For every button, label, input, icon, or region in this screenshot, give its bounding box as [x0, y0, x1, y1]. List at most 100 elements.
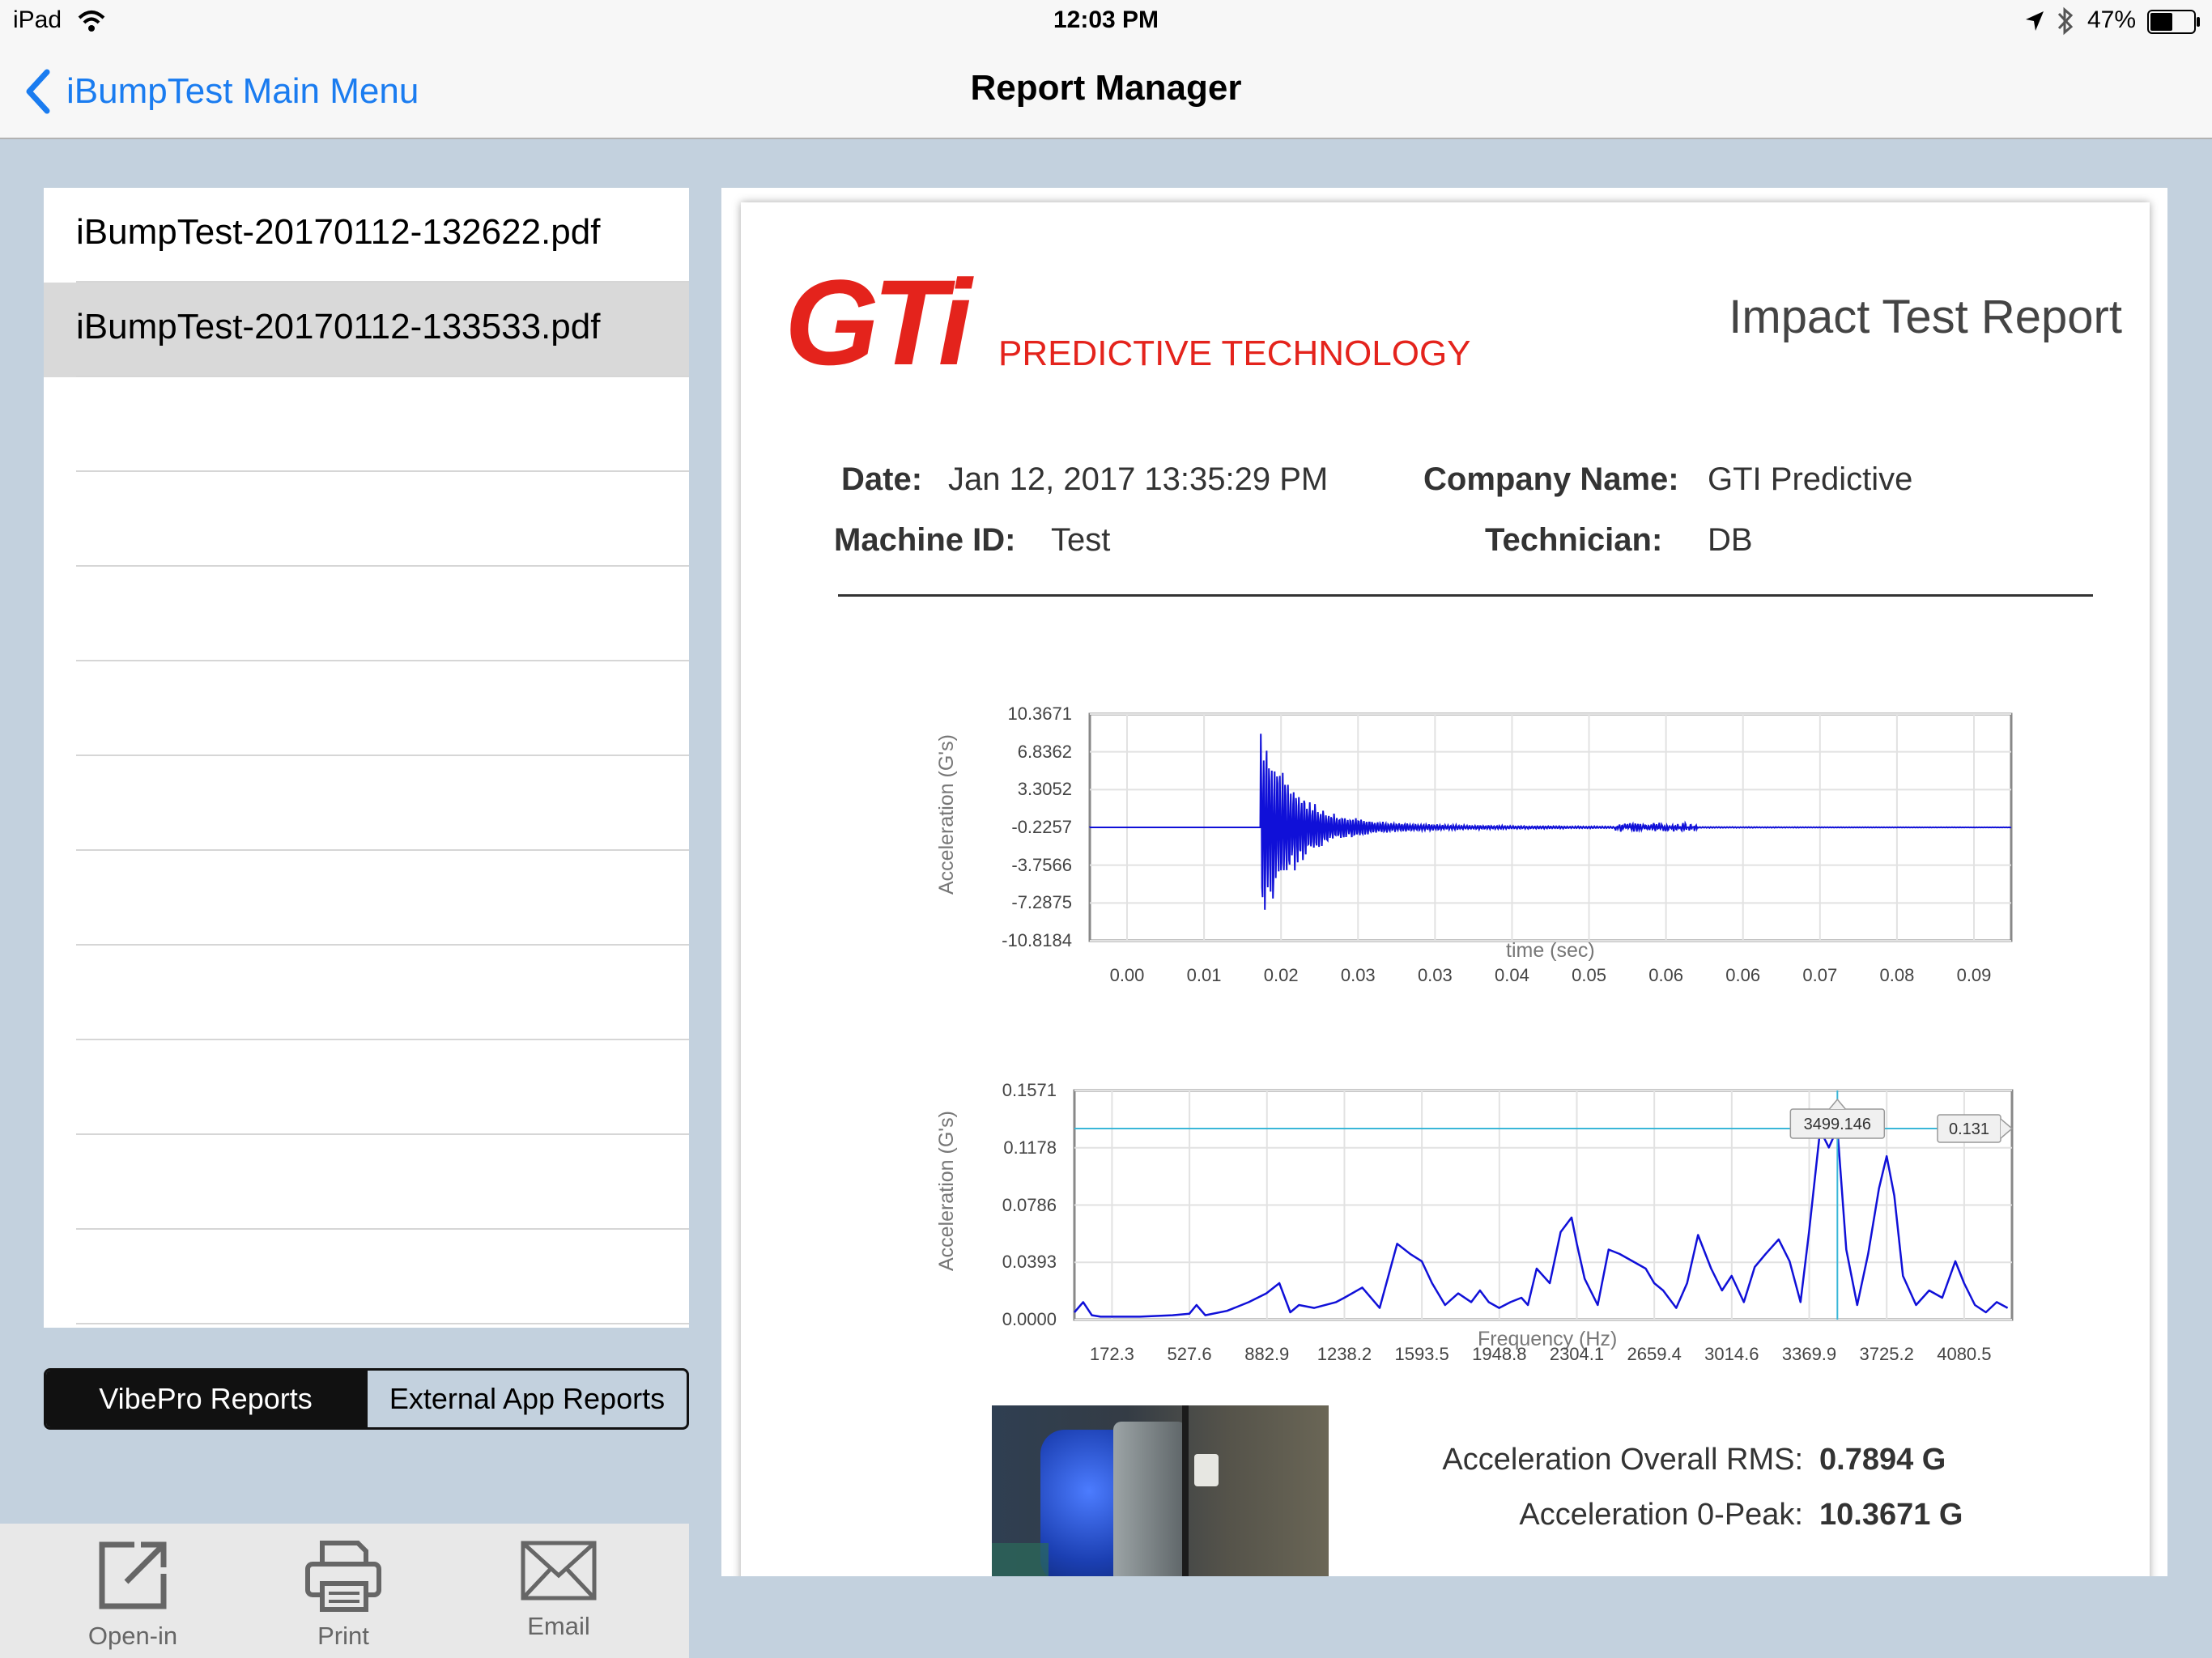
row-divider — [76, 1323, 689, 1324]
email-button[interactable]: Email — [486, 1538, 632, 1641]
x-tick-label: 3369.9 — [1781, 1344, 1837, 1364]
x-tick-label: 3725.2 — [1859, 1344, 1914, 1364]
location-icon — [2026, 11, 2044, 31]
x-tick-label: 0.08 — [1879, 965, 1915, 985]
x-tick-label: 0.06 — [1725, 965, 1761, 985]
empty-row — [44, 661, 689, 756]
open-in-button[interactable]: Open-in — [60, 1538, 206, 1651]
sensor-photo — [992, 1405, 1329, 1576]
tab-external-app-reports[interactable]: External App Reports — [365, 1371, 687, 1427]
x-tick-label: 0.03 — [1417, 965, 1453, 985]
machine-id-label: Machine ID: — [834, 522, 1016, 558]
bluetooth-icon — [2057, 6, 2074, 36]
machine-id-value: Test — [1051, 522, 1111, 558]
x-tick-label: 0.06 — [1648, 965, 1684, 985]
peak-value: 10.3671 G — [1819, 1498, 1963, 1532]
company-name-label: Company Name: — [1423, 461, 1679, 497]
x-tick-label: 4080.5 — [1937, 1344, 1992, 1364]
report-source-segmented-control: VibePro Reports External App Reports — [44, 1368, 689, 1430]
time-waveform-chart: Acceleration (G's) time (sec) 10.3671 6.8… — [741, 656, 2150, 996]
y-tick-label: -7.2875 — [1011, 892, 1072, 913]
y-tick-label: 0.0000 — [1002, 1309, 1057, 1329]
share-icon — [99, 1541, 167, 1609]
empty-row — [44, 946, 689, 1040]
print-button[interactable]: Print — [270, 1538, 416, 1651]
technician-value: DB — [1708, 522, 1753, 558]
fft-chart-ylabel: Acceleration (G's) — [935, 1111, 958, 1271]
y-tick-label: -0.2257 — [1011, 817, 1072, 837]
y-tick-label: 10.3671 — [1007, 704, 1072, 724]
x-tick-label: 0.00 — [1109, 965, 1145, 985]
list-item-file-1[interactable]: iBumpTest-20170112-132622.pdf — [44, 188, 689, 283]
y-tick-label: 0.1571 — [1002, 1080, 1057, 1100]
list-item-file-2[interactable]: iBumpTest-20170112-133533.pdf — [44, 283, 689, 377]
date-value: Jan 12, 2017 13:35:29 PM — [948, 461, 1329, 497]
tab-vibepro-reports[interactable]: VibePro Reports — [46, 1371, 365, 1427]
clock: 12:03 PM — [1053, 6, 1159, 33]
empty-row — [44, 851, 689, 946]
x-tick-label: 0.01 — [1186, 965, 1222, 985]
y-tick-label: 3.3052 — [1017, 779, 1072, 800]
x-tick-label: 2304.1 — [1549, 1344, 1605, 1364]
x-tick-label: 1593.5 — [1394, 1344, 1449, 1364]
x-tick-label: 172.3 — [1089, 1344, 1134, 1364]
logo-mark: GTi — [785, 254, 972, 390]
x-tick-label: 2659.4 — [1627, 1344, 1682, 1364]
report-title: Impact Test Report — [1729, 291, 2122, 343]
cursor-x-value: 3499.146 — [1804, 1116, 1871, 1133]
report-file-list: iBumpTest-20170112-132622.pdf iBumpTest-… — [44, 188, 689, 1328]
rms-label: Acceleration Overall RMS: — [1442, 1443, 1803, 1477]
x-tick-label: 0.05 — [1572, 965, 1606, 985]
envelope-icon — [521, 1541, 597, 1601]
cursor-y-value: 0.131 — [1949, 1120, 1989, 1138]
y-tick-label: -3.7566 — [1011, 854, 1072, 875]
x-tick-label: 3014.6 — [1704, 1344, 1759, 1364]
x-tick-label: 527.6 — [1167, 1344, 1212, 1364]
page-title: Report Manager — [970, 68, 1242, 108]
time-chart-xlabel: time (sec) — [1506, 939, 1595, 962]
empty-row — [44, 377, 689, 472]
empty-row — [44, 756, 689, 851]
x-tick-label: 1948.8 — [1472, 1344, 1527, 1364]
rms-value: 0.7894 G — [1819, 1443, 1946, 1477]
pdf-viewer[interactable]: GTi PREDICTIVE TECHNOLOGY Impact Test Re… — [721, 188, 2167, 1576]
header-divider — [838, 594, 2093, 597]
empty-row — [44, 1135, 689, 1230]
x-tick-label: 882.9 — [1244, 1344, 1290, 1364]
y-tick-label: 0.0786 — [1002, 1194, 1057, 1215]
time-chart-ylabel: Acceleration (G's) — [935, 734, 958, 895]
open-in-label: Open-in — [87, 1622, 178, 1650]
report-page: GTi PREDICTIVE TECHNOLOGY Impact Test Re… — [741, 202, 2150, 1576]
gti-logo: GTi PREDICTIVE TECHNOLOGY — [785, 254, 1594, 390]
printer-icon — [305, 1541, 381, 1612]
battery-icon — [2147, 10, 2200, 34]
x-tick-label: 0.02 — [1263, 965, 1299, 985]
logo-subtitle: PREDICTIVE TECHNOLOGY — [998, 334, 1471, 373]
y-tick-label: -10.8184 — [1002, 930, 1072, 950]
y-tick-label: 6.8362 — [1017, 741, 1072, 762]
empty-row — [44, 1230, 689, 1324]
email-label: Email — [527, 1612, 590, 1640]
x-tick-label: 0.07 — [1802, 965, 1838, 985]
peak-label: Acceleration 0-Peak: — [1519, 1498, 1803, 1532]
empty-row — [44, 472, 689, 567]
y-tick-label: 0.0393 — [1002, 1252, 1057, 1273]
empty-row — [44, 567, 689, 661]
x-tick-label: 1238.2 — [1317, 1344, 1372, 1364]
print-label: Print — [317, 1622, 369, 1650]
empty-row — [44, 1040, 689, 1135]
file-name: iBumpTest-20170112-133533.pdf — [76, 307, 601, 346]
x-tick-label: 0.04 — [1495, 965, 1529, 985]
fft-spectrum-chart: 3499.146 0.131 Acceleration (G's) Frequen… — [741, 1028, 2150, 1384]
file-name: iBumpTest-20170112-132622.pdf — [76, 212, 601, 252]
battery-percent: 47% — [2087, 6, 2137, 33]
technician-label: Technician: — [1485, 522, 1663, 558]
company-name-value: GTI Predictive — [1708, 461, 1913, 497]
x-tick-label: 0.03 — [1340, 965, 1376, 985]
bottom-toolbar: Open-in Print Email — [0, 1524, 689, 1658]
date-label: Date: — [841, 461, 923, 497]
navigation-bar: iBumpTest Main Menu Report Manager — [0, 44, 2212, 139]
cursor-y-label: 0.131 — [1937, 1114, 2014, 1143]
x-tick-label: 0.09 — [1956, 965, 1992, 985]
y-tick-label: 0.1178 — [1003, 1137, 1057, 1158]
